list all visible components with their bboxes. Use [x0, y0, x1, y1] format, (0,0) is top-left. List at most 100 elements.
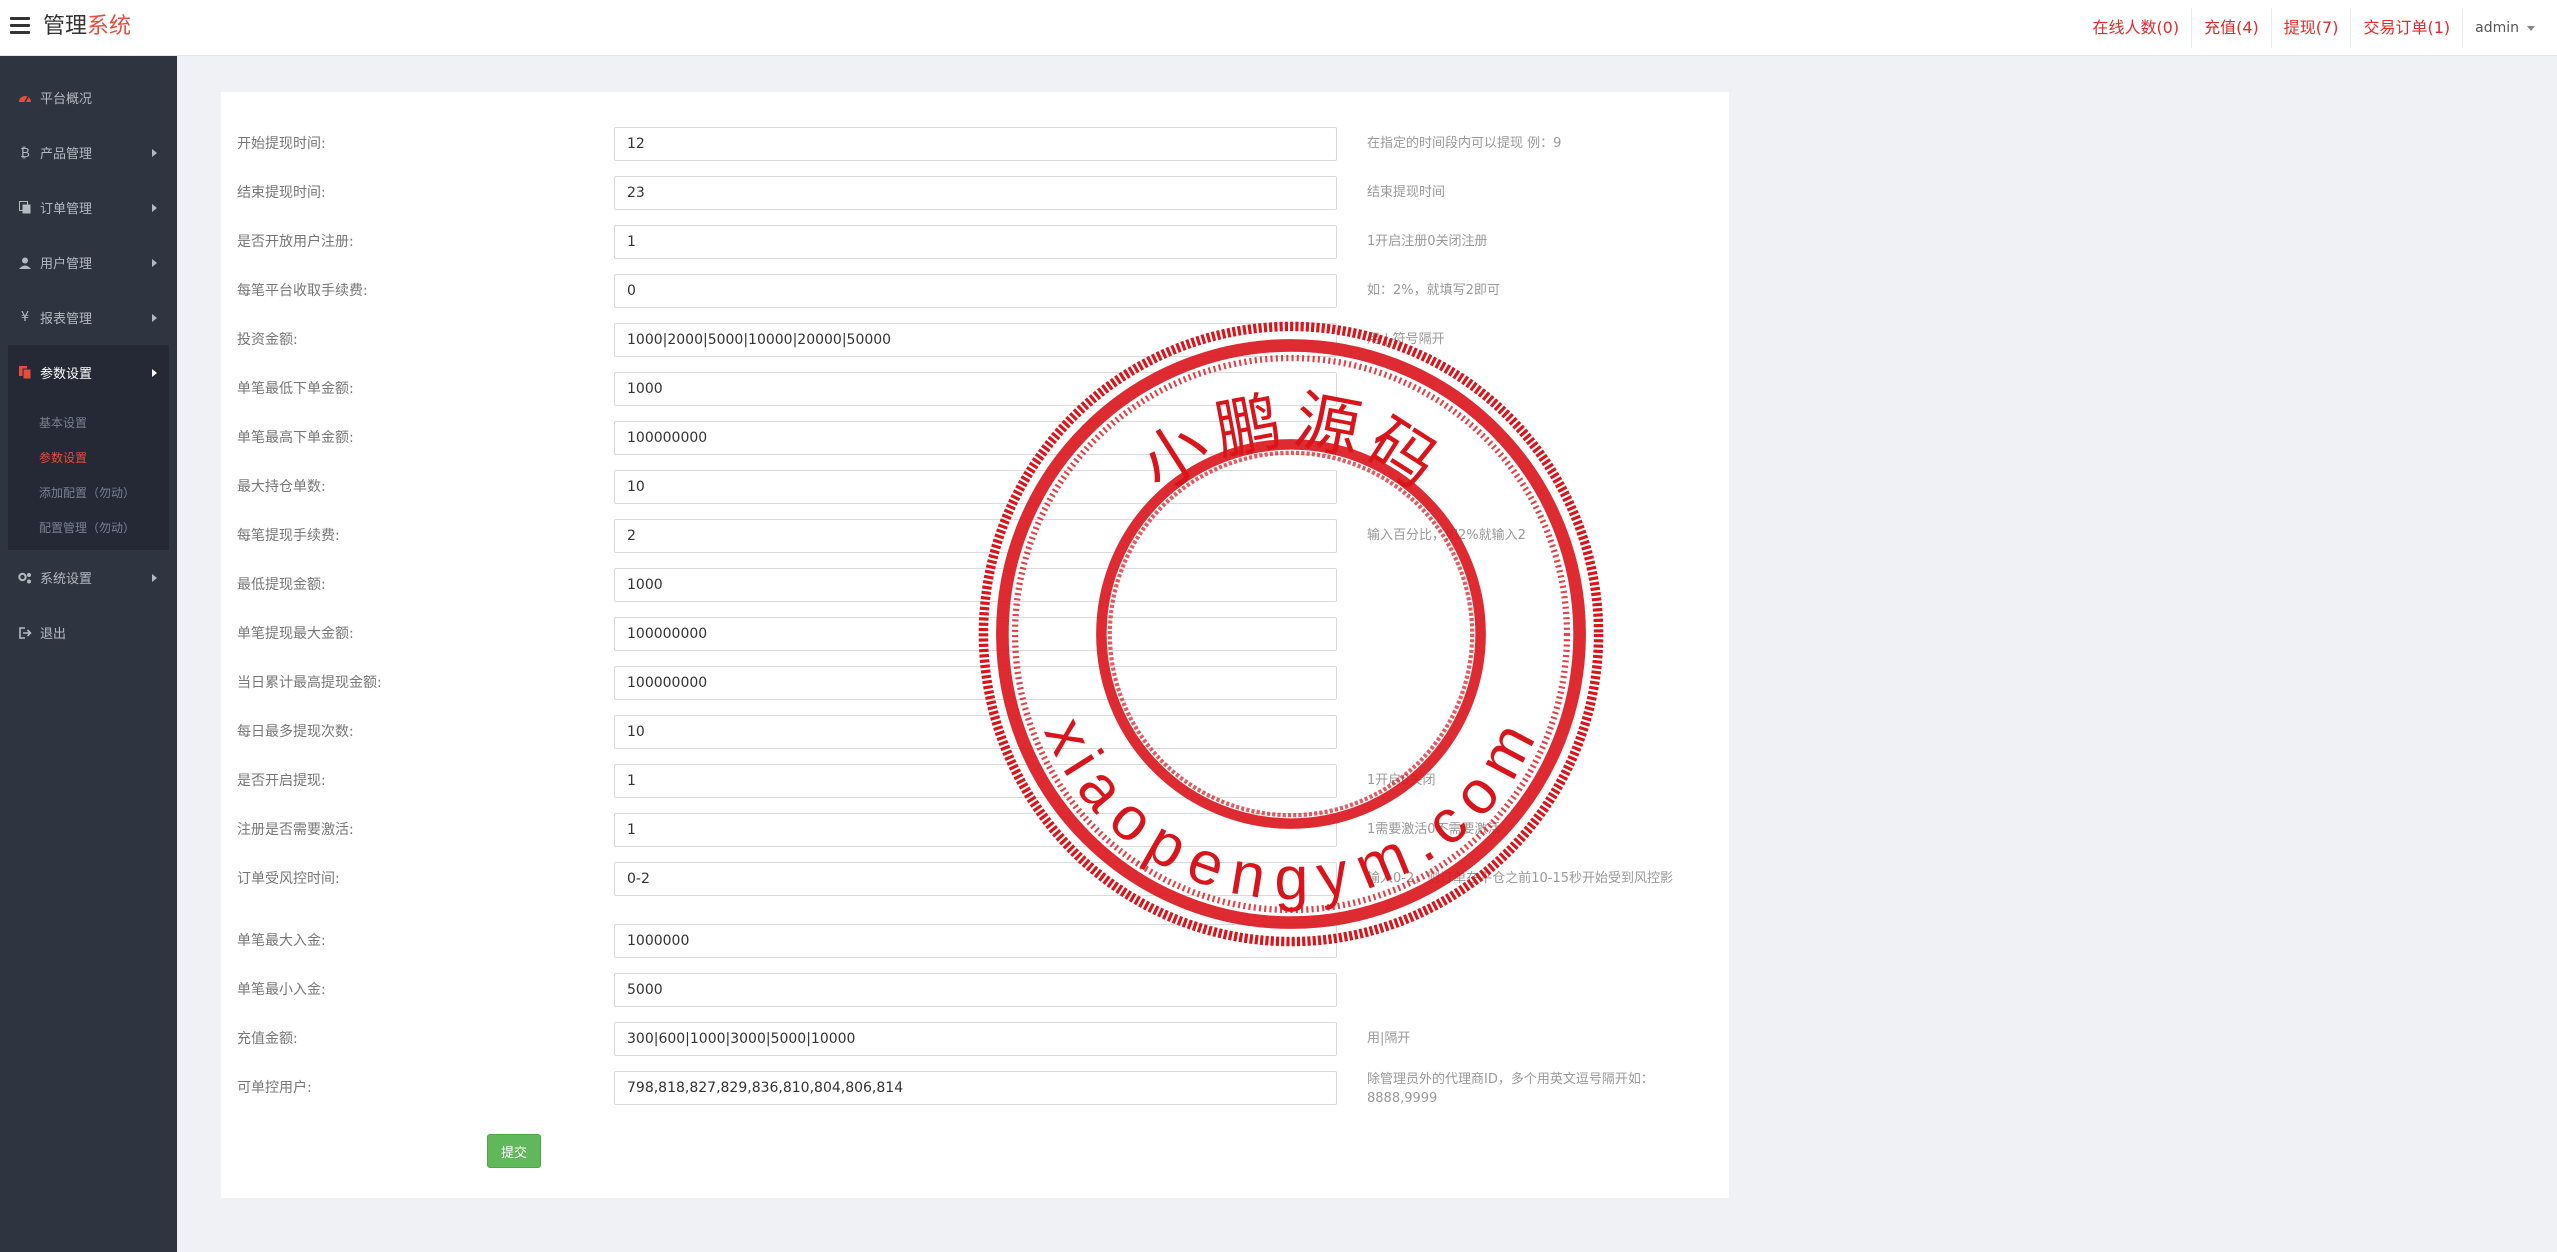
chevron-right-icon — [152, 259, 157, 267]
chevron-down-icon — [2527, 25, 2535, 31]
sidebar-item-logout[interactable]: 退出 — [0, 605, 177, 660]
sidebar-item-label: 产品管理 — [40, 147, 93, 162]
withdraw-link[interactable]: 提现(7) — [2272, 8, 2352, 48]
field-hint: 除管理员外的代理商ID，多个用英文逗号隔开如：8888,9999 — [1367, 1072, 1654, 1106]
max-positions-input[interactable] — [614, 470, 1337, 504]
field-label: 最大持仓单数: — [237, 479, 326, 495]
enable-withdraw-input[interactable] — [614, 764, 1337, 798]
form-row: 单笔最高下单金额: — [221, 421, 1729, 455]
form-row: 结束提现时间: 结束提现时间 — [221, 176, 1729, 210]
daily-max-withdraw-input[interactable] — [614, 666, 1337, 700]
copy-icon — [16, 201, 34, 214]
field-hint: 用 | 符号隔开 — [1367, 332, 1445, 347]
form-row: 可单控用户: 除管理员外的代理商ID，多个用英文逗号隔开如：8888,9999 — [221, 1071, 1729, 1106]
yen-icon: ¥ — [20, 310, 30, 325]
field-label: 充值金额: — [237, 1031, 298, 1047]
sidebar-item-label: 平台概况 — [40, 92, 93, 107]
trade-orders-link[interactable]: 交易订单(1) — [2351, 8, 2464, 48]
recharge-amounts-input[interactable] — [614, 1022, 1337, 1056]
open-registration-input[interactable] — [614, 225, 1337, 259]
max-single-withdraw-input[interactable] — [614, 617, 1337, 651]
max-deposit-input[interactable] — [614, 924, 1337, 958]
form-row: 开始提现时间: 在指定的时间段内可以提现 例：9 — [221, 127, 1729, 161]
form-row: 订单受风控时间: 输入0-2，则订单在平仓之前10-15秒开始受到风控影 — [221, 862, 1729, 896]
sidebar-item-reports[interactable]: ¥ 报表管理 — [0, 290, 177, 345]
field-label: 是否开放用户注册: — [237, 234, 354, 250]
field-hint: 结束提现时间 — [1367, 185, 1446, 200]
withdraw-start-time-input[interactable] — [614, 127, 1337, 161]
field-hint: 在指定的时间段内可以提现 例：9 — [1367, 136, 1562, 151]
sidebar: 平台概况 ₿ 产品管理 订单管理 用户管理 ¥ 报表管理 参数设置 基本设置 参… — [0, 56, 177, 1252]
gears-icon — [16, 572, 34, 584]
field-label: 每日最多提现次数: — [237, 724, 354, 740]
bitcoin-icon: ₿ — [20, 145, 30, 161]
chevron-right-icon — [152, 369, 157, 377]
app-title-main: 管理 — [43, 14, 88, 39]
sidebar-item-orders[interactable]: 订单管理 — [0, 180, 177, 235]
controlled-users-input[interactable] — [614, 1071, 1337, 1105]
field-hint: 输入0-2，则订单在平仓之前10-15秒开始受到风控影 — [1367, 871, 1674, 886]
min-withdraw-input[interactable] — [614, 568, 1337, 602]
submenu-item-basic-settings[interactable]: 基本设置 — [8, 406, 169, 441]
submenu-item-config-manage[interactable]: 配置管理（勿动） — [8, 511, 169, 546]
submenu-item-param-settings[interactable]: 参数设置 — [8, 441, 169, 476]
field-label: 每笔平台收取手续费: — [237, 283, 368, 299]
field-label: 投资金额: — [237, 332, 298, 348]
sign-out-icon — [16, 626, 34, 639]
app-title-accent: 系统 — [87, 14, 132, 39]
field-label: 是否开启提现: — [237, 773, 326, 789]
submenu-item-add-config[interactable]: 添加配置（勿动） — [8, 476, 169, 511]
submit-button[interactable]: 提交 — [487, 1134, 541, 1168]
form-row: 单笔最低下单金额: — [221, 372, 1729, 406]
field-label: 单笔最低下单金额: — [237, 381, 354, 397]
require-activation-input[interactable] — [614, 813, 1337, 847]
app-title: 管理系统 — [43, 12, 131, 42]
min-order-amount-input[interactable] — [614, 372, 1337, 406]
field-label: 单笔提现最大金额: — [237, 626, 354, 642]
max-order-amount-input[interactable] — [614, 421, 1337, 455]
hamburger-icon[interactable] — [10, 17, 30, 37]
sidebar-item-dashboard[interactable]: 平台概况 — [0, 70, 177, 125]
user-menu[interactable]: admin — [2463, 20, 2557, 36]
investment-amounts-input[interactable] — [614, 323, 1337, 357]
field-hint: 如：2%，就填写2即可 — [1367, 283, 1500, 298]
form-row: 投资金额: 用 | 符号隔开 — [221, 323, 1729, 357]
online-users-link[interactable]: 在线人数(0) — [2080, 8, 2193, 48]
user-name: admin — [2475, 20, 2519, 36]
recharge-link[interactable]: 充值(4) — [2192, 8, 2272, 48]
platform-fee-input[interactable] — [614, 274, 1337, 308]
daily-withdraw-count-input[interactable] — [614, 715, 1337, 749]
withdraw-end-time-input[interactable] — [614, 176, 1337, 210]
sidebar-item-label: 系统设置 — [40, 572, 93, 587]
field-hint: 输入百分比，如2%就输入2 — [1367, 528, 1526, 543]
form-row: 充值金额: 用|隔开 — [221, 1022, 1729, 1056]
field-hint: 1开启0关闭 — [1367, 773, 1436, 788]
withdraw-fee-input[interactable] — [614, 519, 1337, 553]
user-icon — [16, 257, 34, 269]
chevron-right-icon — [152, 149, 157, 157]
sidebar-item-label: 参数设置 — [40, 367, 93, 382]
form-row: 是否开放用户注册: 1开启注册0关闭注册 — [221, 225, 1729, 259]
files-icon — [16, 366, 34, 379]
sidebar-item-label: 退出 — [40, 627, 67, 642]
top-header: 管理系统 在线人数(0) 充值(4) 提现(7) 交易订单(1) admin — [0, 0, 2557, 56]
field-hint: 1需要激活0不需要激活 — [1367, 822, 1501, 837]
field-label: 单笔最大入金: — [237, 933, 326, 949]
field-label: 订单受风控时间: — [237, 871, 340, 887]
form-row: 当日累计最高提现金额: — [221, 666, 1729, 700]
risk-control-time-input[interactable] — [614, 862, 1337, 896]
form-row: 每笔提现手续费: 输入百分比，如2%就输入2 — [221, 519, 1729, 553]
chevron-right-icon — [152, 314, 157, 322]
params-submenu: 基本设置 参数设置 添加配置（勿动） 配置管理（勿动） — [8, 400, 169, 550]
params-form-panel: 开始提现时间: 在指定的时间段内可以提现 例：9 结束提现时间: 结束提现时间 … — [221, 92, 1729, 1198]
sidebar-item-params[interactable]: 参数设置 — [8, 345, 169, 400]
sidebar-item-users[interactable]: 用户管理 — [0, 235, 177, 290]
field-hint: 1开启注册0关闭注册 — [1367, 234, 1488, 249]
dashboard-icon — [16, 92, 34, 104]
sidebar-item-products[interactable]: ₿ 产品管理 — [0, 125, 177, 180]
sidebar-item-system[interactable]: 系统设置 — [0, 550, 177, 605]
field-label: 单笔最高下单金额: — [237, 430, 354, 446]
form-row: 单笔提现最大金额: — [221, 617, 1729, 651]
field-label: 每笔提现手续费: — [237, 528, 340, 544]
min-deposit-input[interactable] — [614, 973, 1337, 1007]
